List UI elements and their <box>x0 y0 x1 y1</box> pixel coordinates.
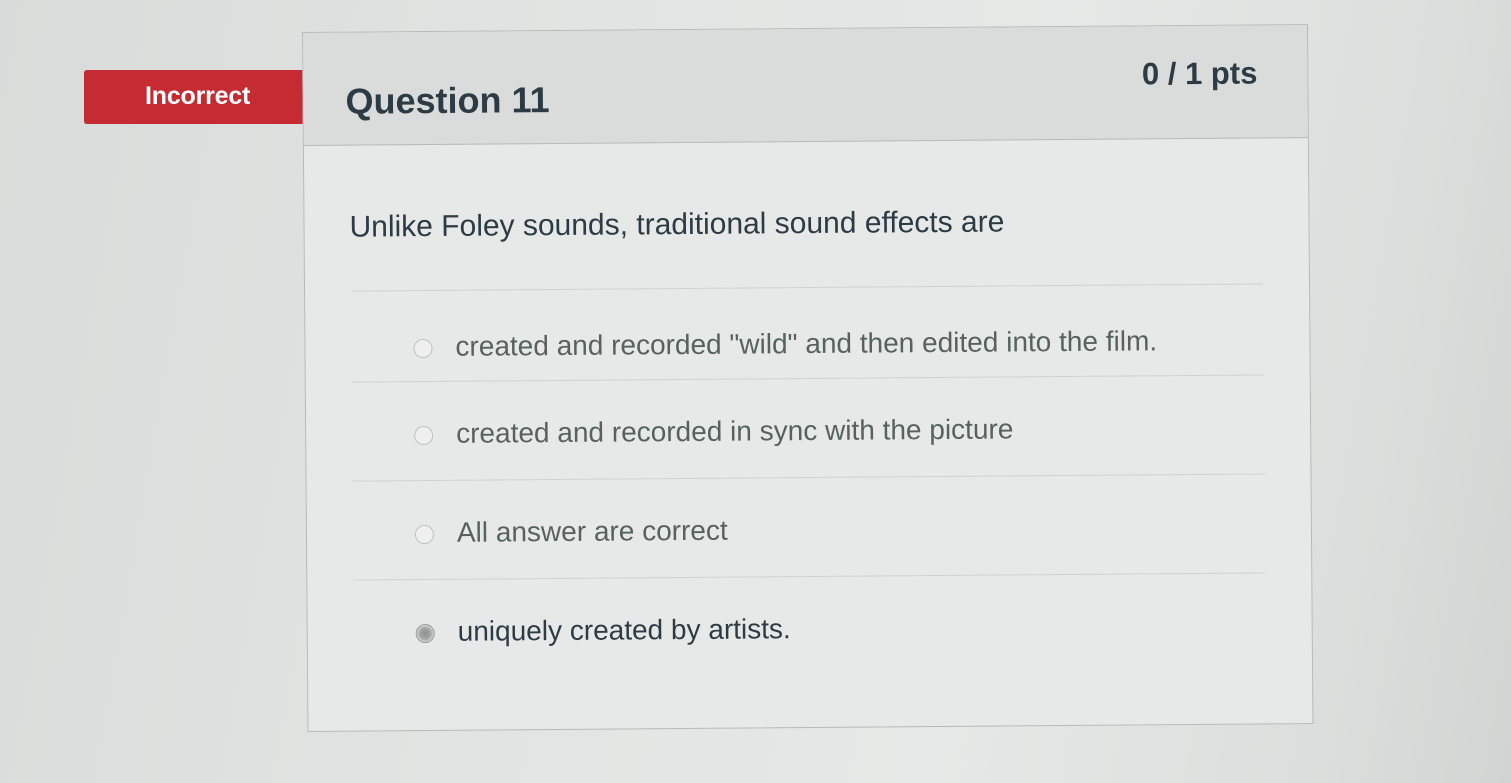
answer-option-3[interactable]: All answer are correct <box>352 473 1266 580</box>
radio-button-selected[interactable] <box>415 623 435 644</box>
radio-button-unselected[interactable] <box>413 338 433 359</box>
radio-button-unselected[interactable] <box>414 524 435 545</box>
question-text: Unlike Foley sounds, traditional sound e… <box>349 205 1005 244</box>
status-label: Incorrect <box>145 82 251 110</box>
radio-button-unselected[interactable] <box>414 425 434 446</box>
answer-label: created and recorded "wild" and then edi… <box>455 325 1158 362</box>
answer-label: uniquely created by artists. <box>457 613 791 647</box>
incorrect-status-banner: Incorrect <box>84 70 330 124</box>
answer-option-4[interactable]: uniquely created by artists. <box>353 572 1267 679</box>
question-header: Question 11 0 / 1 pts <box>303 25 1308 146</box>
points-score: 0 / 1 pts <box>1141 55 1258 92</box>
answer-label: All answer are correct <box>456 514 728 548</box>
question-card: Question 11 0 / 1 pts Unlike Foley sound… <box>302 24 1314 732</box>
answer-option-1[interactable]: created and recorded "wild" and then edi… <box>351 283 1264 382</box>
answer-label: created and recorded in sync with the pi… <box>456 413 1014 449</box>
answer-option-2[interactable]: created and recorded in sync with the pi… <box>351 374 1265 481</box>
question-title: Question 11 <box>345 79 550 122</box>
answer-list: created and recorded "wild" and then edi… <box>351 283 1267 679</box>
